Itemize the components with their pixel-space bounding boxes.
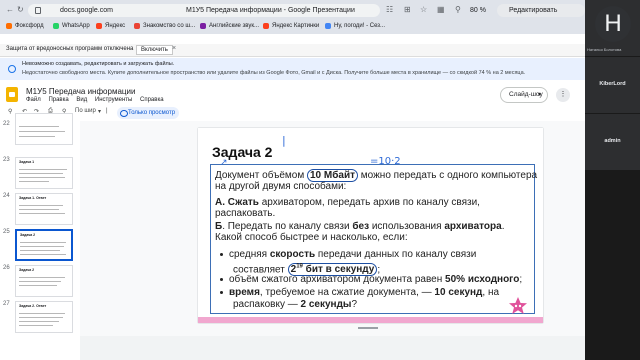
translate-icon[interactable]: ☷ bbox=[386, 5, 393, 14]
chevron-down-icon[interactable]: ▾ bbox=[98, 108, 101, 115]
address-bar[interactable]: docs.google.com М1У5 Передача информации… bbox=[28, 4, 380, 17]
task-line: Какой способ быстрее и насколько, если: bbox=[215, 232, 408, 243]
thumbnail-preview[interactable]: Задача 2. Ответ bbox=[15, 301, 73, 333]
task-line: Документ объёмом 10 Мбайт можно передать… bbox=[215, 169, 538, 182]
bookmark-item[interactable]: Яндекс Картинки bbox=[263, 21, 319, 32]
zoom-icon[interactable]: ⚲ bbox=[455, 5, 461, 14]
task-line: Б. Передать по каналу связи без использо… bbox=[215, 221, 505, 232]
view-only-badge[interactable]: Только просмотр bbox=[117, 107, 180, 119]
doc-header: М1У5 Передача информации Файл Правка Вид… bbox=[0, 84, 585, 106]
bullet-item: время, требуемое на сжатие документа, — … bbox=[220, 287, 499, 298]
bullet-item: объём сжатого архиватором документа раве… bbox=[220, 274, 522, 285]
thumbnail-preview[interactable]: Задача 2 bbox=[15, 265, 73, 297]
pen-mark: | bbox=[282, 134, 286, 147]
storage-banner: Невозможно создавать, редактировать и за… bbox=[0, 58, 585, 80]
participant-tile[interactable]: admin bbox=[585, 114, 640, 170]
slide-thumbnails-panel: 22 23 Задача 1 24 Задача 1. Ответ 25 Зад… bbox=[0, 113, 76, 336]
protection-text: Защита от вредоносных программ отключена bbox=[6, 46, 134, 52]
site-info-icon[interactable] bbox=[35, 7, 41, 14]
edit-button-label: Редактировать bbox=[509, 7, 558, 14]
thumbnail-number: 27 bbox=[3, 301, 10, 307]
thumbnail-number: 26 bbox=[3, 265, 10, 271]
fit-dropdown[interactable]: По шир bbox=[75, 108, 96, 114]
back-icon[interactable]: ← bbox=[6, 5, 14, 14]
menu-tools[interactable]: Инструменты bbox=[95, 97, 132, 103]
bullet-item: средняя скорость передачи данных по кана… bbox=[220, 249, 476, 260]
thumbnail-preview[interactable] bbox=[15, 113, 73, 145]
handwritten-annotation: =10·2 bbox=[370, 156, 401, 167]
reload-icon[interactable]: ↻ bbox=[17, 5, 24, 14]
slide: Задача 2 Документ объёмом 10 Мбайт можно… bbox=[198, 128, 543, 323]
doc-title: М1У5 Передача информации bbox=[26, 87, 136, 96]
bookmark-item[interactable]: Знакомство со ш... bbox=[134, 21, 195, 32]
slides-logo-icon[interactable] bbox=[6, 87, 18, 102]
banner-heading: Невозможно создавать, редактировать и за… bbox=[22, 61, 175, 67]
participant-name: Наталья Болотова bbox=[587, 47, 622, 52]
bookmark-item[interactable]: Яндекс bbox=[96, 21, 125, 32]
bookmark-star-icon[interactable]: ☆ bbox=[420, 5, 427, 14]
install-icon[interactable]: ⊞ bbox=[404, 5, 411, 14]
info-icon bbox=[8, 65, 16, 73]
participant-name: admin bbox=[604, 138, 621, 144]
thumbnail-number: 24 bbox=[3, 193, 10, 199]
chevron-down-icon[interactable]: ▾ bbox=[538, 88, 541, 102]
search-menus-icon[interactable]: ⚲ bbox=[8, 108, 12, 115]
page-title-text: М1У5 Передача информации - Google Презен… bbox=[186, 7, 355, 14]
participant-tile[interactable]: KiberLord bbox=[585, 57, 640, 113]
bookmark-item[interactable]: Фоксфорд bbox=[6, 21, 44, 32]
thumbnail-number: 23 bbox=[3, 157, 10, 163]
participant-tile[interactable]: H Наталья Болотова bbox=[585, 0, 640, 56]
close-icon[interactable]: × bbox=[172, 45, 176, 52]
extensions-icon[interactable]: ▦ bbox=[437, 5, 445, 14]
task-line: распаковать. bbox=[215, 208, 276, 219]
zoom-level[interactable]: 80 % bbox=[470, 4, 486, 17]
bookmarks-bar: Фоксфорд WhatsApp Яндекс Знакомство со ш… bbox=[0, 20, 585, 33]
toolbar: ⚲ ↶ ↷ ⎙ ⚲ По шир ▾ | Только просмотр bbox=[0, 107, 585, 119]
star-mascot-icon bbox=[509, 297, 527, 314]
bookmark-item[interactable]: Английские звук... bbox=[200, 21, 259, 32]
thumbnail-preview[interactable]: Задача 1. Ответ bbox=[15, 193, 73, 225]
thumbnail-number: 25 bbox=[3, 229, 10, 235]
url-text: docs.google.com bbox=[60, 7, 113, 14]
thumbnail-preview[interactable]: Задача 1 bbox=[15, 157, 73, 189]
more-options-icon[interactable]: ⋮ bbox=[556, 88, 570, 102]
menu-bar: Файл Правка Вид Инструменты Справка bbox=[26, 97, 170, 103]
divider: | bbox=[106, 108, 108, 114]
menu-help[interactable]: Справка bbox=[140, 97, 164, 103]
thumbnail-preview[interactable]: Задача 2 bbox=[15, 229, 73, 261]
task-line: А. Сжать архиватором, передать архив по … bbox=[215, 197, 480, 208]
enable-protection-button[interactable]: Включить bbox=[136, 45, 173, 55]
bullet-cont: распаковку — 2 секунды? bbox=[233, 299, 358, 310]
avatar: H bbox=[595, 6, 631, 42]
slideshow-button[interactable]: Слайд-шоу ▾ bbox=[500, 87, 548, 103]
task-line: на другой двумя способами: bbox=[215, 181, 347, 192]
speaker-notes-area bbox=[80, 336, 585, 360]
participant-name: KiberLord bbox=[599, 81, 626, 87]
bookmark-item[interactable]: Ну, погоди! - Сез... bbox=[325, 21, 385, 32]
protection-bar: Защита от вредоносных программ отключена… bbox=[0, 44, 585, 57]
banner-message: Недостаточно свободного места. Купите до… bbox=[22, 70, 526, 76]
pen-mark: ↗ bbox=[220, 158, 228, 168]
browser-top-bar: ← ↻ docs.google.com М1У5 Передача информ… bbox=[0, 0, 585, 34]
horizontal-scrollbar[interactable] bbox=[358, 327, 378, 329]
edit-button[interactable]: Редактировать bbox=[497, 4, 585, 17]
menu-view[interactable]: Вид bbox=[76, 97, 87, 103]
meeting-participants-panel: H Наталья Болотова KiberLord admin bbox=[585, 0, 640, 360]
bookmark-item[interactable]: WhatsApp bbox=[53, 21, 90, 32]
decorative-stripe bbox=[198, 317, 543, 323]
menu-edit[interactable]: Правка bbox=[48, 97, 68, 103]
menu-file[interactable]: Файл bbox=[26, 97, 41, 103]
thumbnail-number: 22 bbox=[3, 121, 10, 127]
